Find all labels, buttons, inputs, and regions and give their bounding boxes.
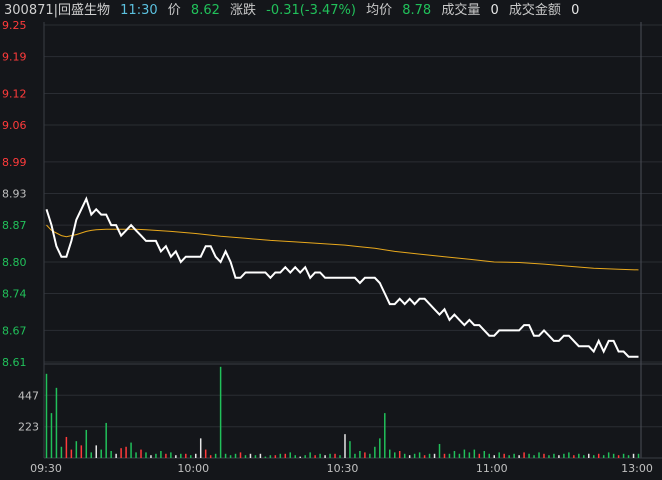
time-tick-label: 10:30	[327, 462, 359, 475]
price-line	[45, 196, 639, 358]
price-tick-label: 9.25	[2, 19, 27, 32]
intraday-chart[interactable]: 9.25 9.19 9.12 9.06 8.99 8.93 8.87 8.80 8.74 8.67…	[0, 0, 662, 480]
average-price-line	[46, 224, 639, 271]
time-axis-labels: 09:30 10:00 10:30 11:00 13:00	[30, 462, 653, 475]
price-tick-label: 9.19	[2, 51, 27, 64]
volume-axis-labels: 447 223	[18, 389, 39, 433]
price-tick-label: 8.87	[2, 219, 27, 232]
price-tick-label: 8.99	[2, 156, 27, 169]
price-tick-label: 8.93	[2, 188, 27, 201]
volume-tick-label: 447	[18, 389, 39, 402]
price-axis-labels: 9.25 9.19 9.12 9.06 8.99 8.93 8.87 8.80 8.74 8.67…	[2, 19, 27, 369]
volume-bars	[45, 366, 640, 458]
time-tick-label: 11:00	[476, 462, 508, 475]
price-tick-label: 8.61	[2, 356, 27, 369]
time-tick-label: 10:00	[177, 462, 209, 475]
price-tick-label: 9.12	[2, 87, 27, 100]
time-tick-label: 09:30	[30, 462, 62, 475]
price-tick-label: 8.67	[2, 324, 27, 337]
price-tick-label: 9.06	[2, 119, 27, 132]
chart-grid	[43, 22, 662, 459]
price-tick-label: 8.80	[2, 256, 27, 269]
volume-tick-label: 223	[18, 421, 39, 434]
time-tick-label: 13:00	[621, 462, 653, 475]
price-tick-label: 8.74	[2, 288, 27, 301]
